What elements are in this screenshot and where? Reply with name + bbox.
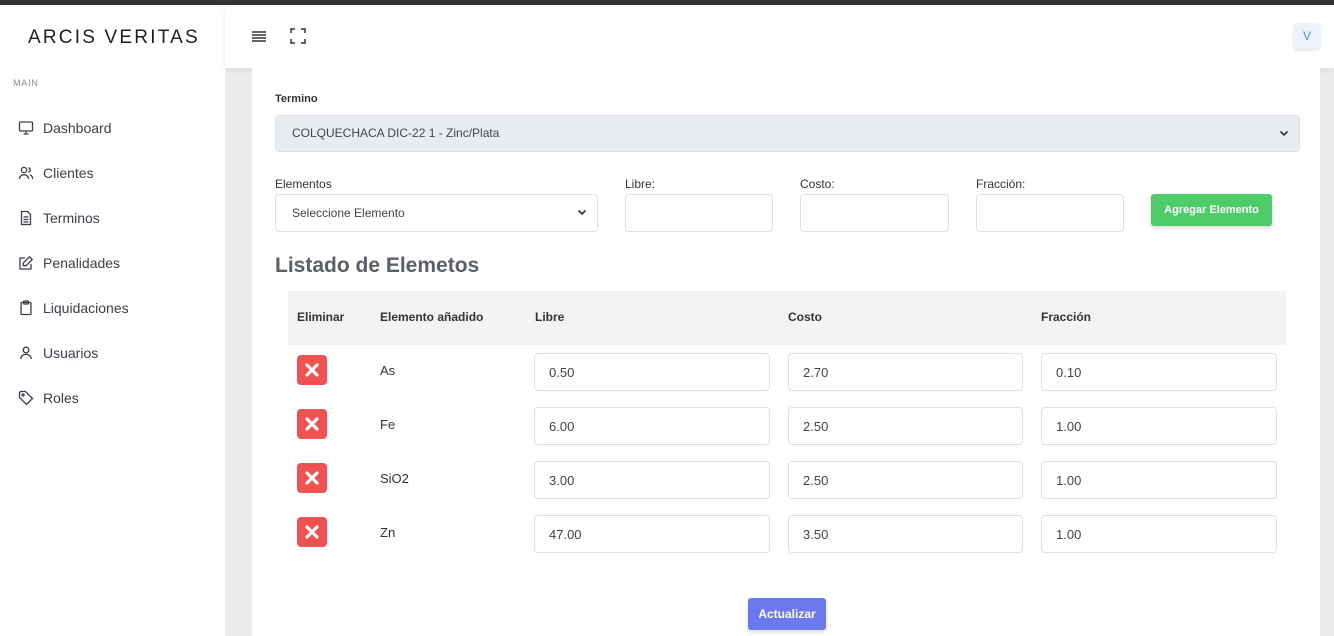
column-header-libre: Libre [535,310,565,324]
brand-logo[interactable]: ARCIS VERITAS [28,27,200,49]
libre-label: Libre: [625,177,656,191]
termino-select-value: COLQUECHACA DIC-22 1 - Zinc/Plata [292,126,500,140]
element-name: As [380,363,396,378]
costo-label: Costo: [800,177,835,191]
elementos-select-value: Seleccione Elemento [292,206,405,220]
sidebar-item-label: Liquidaciones [43,299,129,316]
fraccion-row-input[interactable]: 1.00 [1041,461,1277,499]
sidebar-item-usuarios[interactable]: Usuarios [0,330,225,375]
libre-row-input[interactable]: 6.00 [534,407,770,445]
main-card: Termino COLQUECHACA DIC-22 1 - Zinc/Plat… [252,68,1320,636]
costo-row-input[interactable]: 3.50 [788,515,1023,553]
list-title: Listado de Elemetos [275,254,480,277]
element-name: Fe [380,417,396,432]
sidebar-item-label: Clientes [43,164,94,181]
elementos-select[interactable]: Seleccione Elemento [275,194,598,232]
user-avatar[interactable]: V [1294,23,1320,49]
costo-input[interactable] [800,194,949,232]
column-header-fraccion: Fracción [1041,310,1092,324]
sidebar-item-label: Usuarios [43,344,99,361]
column-header-costo: Costo [788,310,822,324]
user-icon [18,345,34,361]
table-row: Fe 6.00 2.50 1.00 [288,399,1286,453]
menu-toggle-button[interactable] [250,27,270,47]
sidebar-item-roles[interactable]: Roles [0,375,225,420]
monitor-icon [18,120,34,136]
close-icon [305,363,319,377]
delete-row-button[interactable] [297,409,327,439]
sidebar-item-label: Penalidades [43,254,121,271]
sidebar-item-penalidades[interactable]: Penalidades [0,240,225,285]
column-header-eliminar: Eliminar [297,310,345,324]
table-row: As 0.50 2.70 0.10 [288,345,1286,399]
fullscreen-icon [290,28,306,44]
update-button[interactable]: Actualizar [748,598,826,630]
delete-row-button[interactable] [297,355,327,385]
libre-row-input[interactable]: 3.00 [534,461,770,499]
hamburger-icon [252,31,266,42]
sidebar-item-dashboard[interactable]: Dashboard [0,105,225,150]
sidebar-item-liquidaciones[interactable]: Liquidaciones [0,285,225,330]
element-name: Zn [380,525,396,540]
fraccion-label: Fracción: [976,177,1026,191]
edit-icon [18,255,34,271]
sidebar-item-label: Dashboard [43,119,112,136]
sidebar-item-terminos[interactable]: Terminos [0,195,225,240]
column-header-elemento: Elemento añadido [380,310,484,324]
table-header: Eliminar Elemento añadido Libre Costo Fr… [288,291,1286,345]
close-icon [305,417,319,431]
add-element-button[interactable]: Agregar Elemento [1151,194,1272,226]
libre-input[interactable] [625,194,773,232]
sidebar-item-label: Roles [43,389,79,406]
delete-row-button[interactable] [297,517,327,547]
termino-label: Termino [275,93,318,105]
fraccion-row-input[interactable]: 1.00 [1041,515,1277,553]
fraccion-row-input[interactable]: 1.00 [1041,407,1277,445]
costo-row-input[interactable]: 2.50 [788,407,1023,445]
sidebar-item-label: Terminos [43,209,100,226]
users-icon [18,165,34,181]
elementos-label: Elementos [275,177,332,191]
libre-row-input[interactable]: 0.50 [534,353,770,391]
tag-icon [18,390,34,406]
sidebar-section-label: MAIN [13,78,39,88]
close-icon [305,525,319,539]
costo-row-input[interactable]: 2.50 [788,461,1023,499]
termino-select[interactable]: COLQUECHACA DIC-22 1 - Zinc/Plata [275,115,1300,152]
table-row: Zn 47.00 3.50 1.00 [288,507,1286,561]
chevron-down-icon [577,209,587,216]
sidebar: ARCIS VERITAS MAIN Dashboard Clientes Te… [0,5,225,636]
top-header: V [225,5,1334,68]
chevron-down-icon [1279,130,1289,137]
fraccion-input[interactable] [976,194,1124,232]
element-name: SiO2 [380,471,409,486]
sidebar-nav: Dashboard Clientes Terminos Penalidades … [0,105,225,420]
close-icon [305,471,319,485]
delete-row-button[interactable] [297,463,327,493]
table-row: SiO2 3.00 2.50 1.00 [288,453,1286,507]
sidebar-item-clientes[interactable]: Clientes [0,150,225,195]
document-icon [18,210,34,226]
fraccion-row-input[interactable]: 0.10 [1041,353,1277,391]
clipboard-icon [18,299,34,316]
costo-row-input[interactable]: 2.70 [788,353,1023,391]
libre-row-input[interactable]: 47.00 [534,515,770,553]
fullscreen-button[interactable] [289,27,309,47]
